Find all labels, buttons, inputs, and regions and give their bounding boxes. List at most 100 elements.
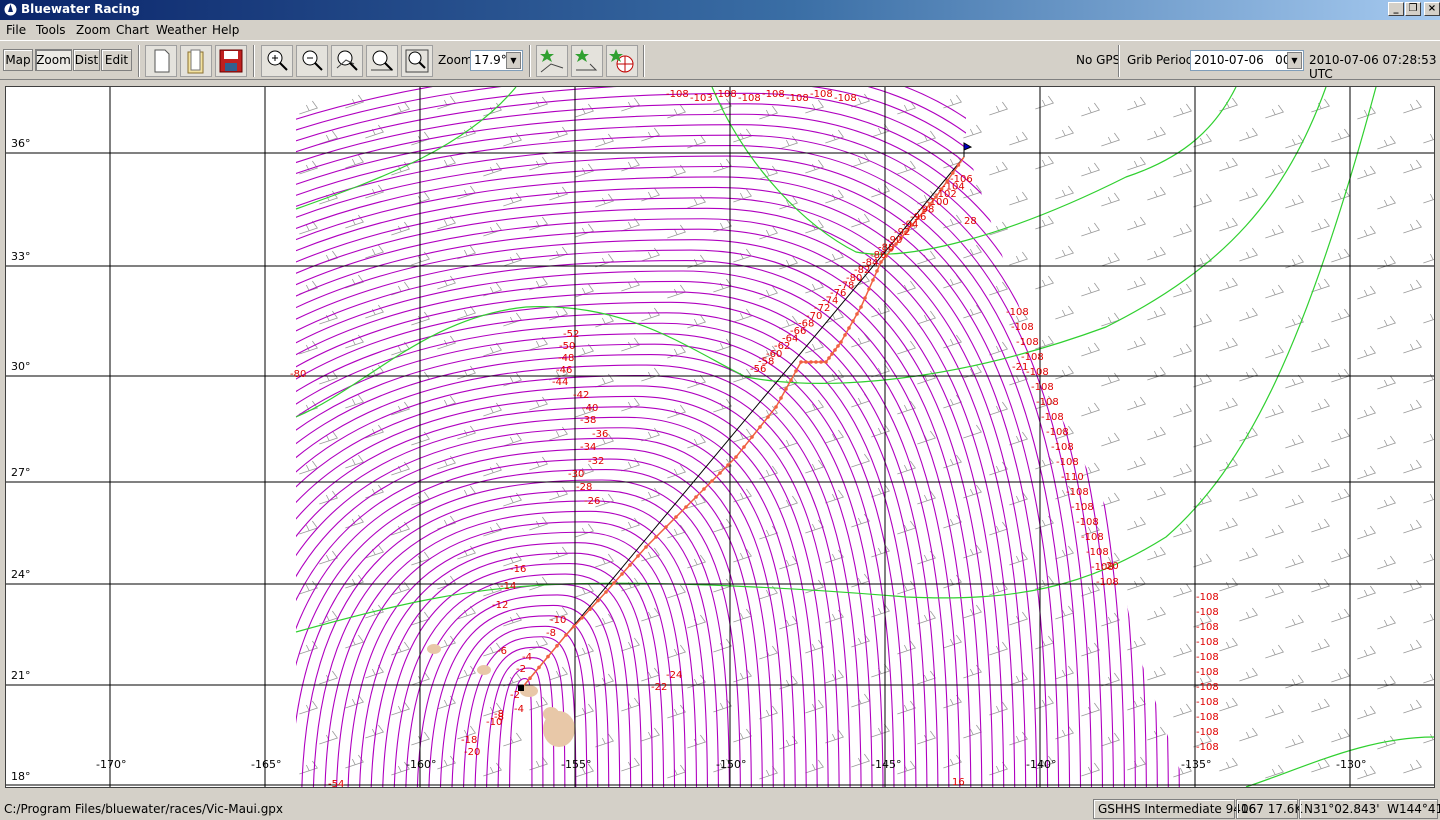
coastline-info: GSHHS Intermediate 9416 — [1093, 799, 1256, 819]
wind-barb — [365, 304, 384, 319]
contour-label: -30 — [568, 469, 584, 480]
contour-label: -8 — [494, 709, 504, 720]
wind-barb — [621, 697, 640, 712]
chart-canvas[interactable]: -52-50-48-46-44 -42 -40-38 -36 -34 -32 -30 -28 -… — [6, 87, 1434, 787]
wind-barb — [1127, 456, 1146, 471]
wind-barb — [1127, 756, 1146, 771]
zoom-in-button[interactable] — [261, 45, 293, 77]
contour-label: -36 — [592, 429, 608, 440]
contour-label: -108 — [1196, 682, 1219, 693]
isobars — [295, 87, 1434, 787]
track-point — [779, 396, 783, 400]
grib-period-select[interactable]: 2010-07-06 00 Z ▼ — [1190, 50, 1304, 71]
wind-barb — [503, 612, 522, 627]
wind-barb — [549, 246, 568, 261]
wind-barb — [779, 615, 798, 630]
wind-barb — [503, 732, 522, 747]
zoom-mode-button[interactable]: Zoom — [35, 49, 72, 71]
contour-label: -54 — [328, 779, 344, 787]
wind-barb — [1265, 704, 1284, 719]
wind-barb — [667, 644, 686, 659]
wind-barb — [667, 224, 686, 239]
wind-barb — [1423, 613, 1434, 624]
edit-mode-button[interactable]: Edit — [101, 49, 132, 71]
wind-barb — [1357, 405, 1376, 420]
zoom-route-button[interactable] — [331, 45, 363, 77]
new-file-button[interactable] — [145, 45, 177, 77]
isochrone-line — [296, 301, 928, 787]
wind-barb — [1193, 313, 1212, 328]
latitude-label: 36° — [11, 137, 31, 150]
menu-help[interactable]: Help — [212, 23, 239, 37]
map-mode-button[interactable]: Map — [3, 49, 33, 71]
wind-barb — [1193, 433, 1212, 448]
wind-barb — [1403, 219, 1422, 234]
wind-barb — [437, 335, 456, 350]
contour-label: 28 — [964, 216, 977, 227]
wind-barb — [1423, 133, 1434, 144]
menu-zoom[interactable]: Zoom — [76, 23, 111, 37]
track-point — [855, 312, 859, 316]
wind-barb — [529, 396, 548, 411]
wind-barb — [1403, 459, 1422, 474]
contour-label: -108 — [1011, 322, 1034, 333]
add-route-button[interactable] — [571, 45, 603, 77]
optimize-route-button[interactable] — [606, 45, 638, 77]
save-file-button[interactable] — [215, 45, 247, 77]
menu-tools[interactable]: Tools — [36, 23, 66, 37]
contour-label: -38 — [580, 415, 596, 426]
wind-barb — [391, 701, 410, 716]
wind-barb — [1101, 432, 1120, 447]
zoom-select[interactable]: 17.9° ▼ — [470, 50, 523, 71]
wind-barb — [1147, 546, 1166, 561]
contour-label: -108 — [1056, 457, 1079, 468]
menu-file[interactable]: File — [6, 23, 26, 37]
wind-barb — [1081, 342, 1100, 357]
wind-barb — [1219, 277, 1238, 292]
wind-barb — [1035, 695, 1054, 710]
zoom-extent-button[interactable] — [401, 45, 433, 77]
isochrone-line — [296, 92, 1147, 787]
wind-barb — [1219, 337, 1238, 352]
wind-barb — [851, 453, 870, 468]
track-point — [867, 287, 871, 291]
track-point — [742, 445, 746, 449]
menu-weather[interactable]: Weather — [156, 23, 207, 37]
dropdown-arrow-icon[interactable]: ▼ — [506, 52, 521, 69]
contour-label: -108 — [1076, 517, 1099, 528]
track-point — [863, 296, 867, 300]
wind-barb — [1265, 164, 1284, 179]
wind-barb — [1219, 517, 1238, 532]
menu-chart[interactable]: Chart — [116, 23, 149, 37]
wind-barb — [963, 424, 982, 439]
minimize-button[interactable]: _ — [1388, 2, 1404, 16]
add-waypoint-button[interactable] — [536, 45, 568, 77]
wind-barb — [1101, 312, 1120, 327]
wind-barb — [641, 727, 660, 742]
wind-barb — [1331, 668, 1350, 683]
wind-barb — [917, 310, 936, 325]
maximize-button[interactable]: ❐ — [1405, 2, 1421, 16]
zoom-course-button[interactable] — [366, 45, 398, 77]
wind-barb — [1127, 96, 1146, 111]
track-point — [612, 581, 616, 585]
wind-barb — [1265, 284, 1284, 299]
wind-barb — [851, 573, 870, 588]
dist-mode-button[interactable]: Dist — [73, 49, 100, 71]
track-point — [859, 305, 863, 309]
chart-map[interactable]: -52 -50 -48 -46 -44 -42 -40 -38 -36 -34 -32 -30 -28 -… — [5, 86, 1435, 788]
track-point — [784, 387, 788, 391]
wind-barb — [851, 693, 870, 708]
open-file-button[interactable] — [180, 45, 212, 77]
isobar-line — [295, 87, 1327, 418]
contour-label: -52 — [563, 329, 579, 340]
close-button[interactable]: × — [1424, 2, 1440, 16]
track-point — [718, 471, 722, 475]
wind-barb — [1357, 645, 1376, 660]
wind-barb — [1377, 435, 1396, 450]
grib-periods-label: Grib Periods — [1127, 53, 1200, 67]
wind-barbs — [299, 93, 1434, 780]
wind-barb — [503, 132, 522, 147]
zoom-out-button[interactable] — [296, 45, 328, 77]
dropdown-arrow-icon[interactable]: ▼ — [1287, 52, 1302, 69]
